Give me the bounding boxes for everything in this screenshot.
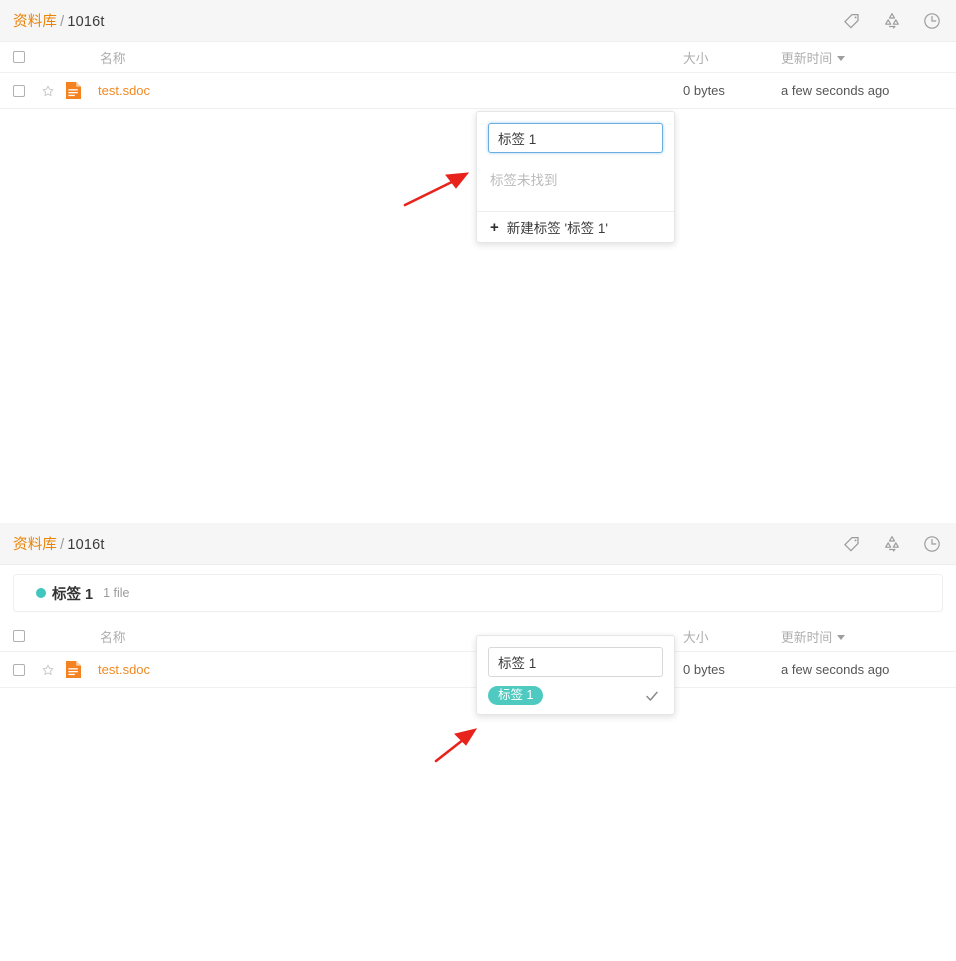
create-tag-label: 新建标签 '标签 1' xyxy=(506,221,608,236)
column-header-time-label: 更新时间 xyxy=(781,629,833,645)
app-screen: 资料库/1016t 名称 大小 更新时间 test.sdoc 0 bytes a… xyxy=(0,0,956,961)
column-header-size[interactable]: 大小 xyxy=(683,627,781,646)
column-header-time[interactable]: 更新时间 xyxy=(781,627,956,646)
select-all-cell-2 xyxy=(13,630,41,642)
row-select-cell xyxy=(13,84,41,97)
breadcrumb-separator: / xyxy=(60,14,65,30)
row-file-icon-cell-2 xyxy=(65,660,98,679)
row-file-icon-cell xyxy=(65,81,98,100)
table-header-row: 名称 大小 更新时间 xyxy=(0,42,956,73)
sdoc-document-icon xyxy=(65,661,81,678)
tag-icon[interactable] xyxy=(842,11,862,31)
tag-color-dot-icon xyxy=(36,588,46,598)
tag-dropdown-popup-2: 标签 1 xyxy=(476,635,675,715)
star-icon[interactable] xyxy=(41,663,55,677)
tag-search-input[interactable] xyxy=(488,123,663,153)
row-size-cell-2: 0 bytes xyxy=(683,662,725,677)
active-tag-file-count: 1 file xyxy=(103,586,130,600)
annotation-arrow-2 xyxy=(434,728,478,763)
breadcrumb: 资料库/1016t xyxy=(13,10,105,31)
tag-option-row[interactable]: 标签 1 xyxy=(477,677,674,714)
file-table-top: 名称 大小 更新时间 test.sdoc 0 bytes a few secon… xyxy=(0,42,956,109)
table-row[interactable]: test.sdoc 0 bytes a few seconds ago xyxy=(0,73,956,109)
check-icon xyxy=(646,691,658,701)
tag-search-field-wrap-2 xyxy=(477,636,674,677)
row-star-cell-2 xyxy=(41,663,65,677)
breadcrumb-separator-2: / xyxy=(60,537,65,553)
recycle-bin-icon[interactable] xyxy=(882,534,902,554)
toolbar-icons-2 xyxy=(842,523,942,565)
select-all-checkbox[interactable] xyxy=(13,51,25,63)
recycle-bin-icon[interactable] xyxy=(882,11,902,31)
row-name-cell: test.sdoc xyxy=(98,83,683,98)
toolbar-top: 资料库/1016t xyxy=(0,0,956,42)
breadcrumb-root-link[interactable]: 资料库 xyxy=(13,14,57,30)
toolbar-bottom: 资料库/1016t xyxy=(0,523,956,565)
breadcrumb-current-2: 1016t xyxy=(67,537,105,553)
create-tag-option[interactable]: + 新建标签 '标签 1' xyxy=(477,211,674,242)
sort-descending-caret-icon xyxy=(837,634,846,640)
row-select-cell-2 xyxy=(13,663,41,676)
tag-no-results-text: 标签未找到 xyxy=(490,173,558,188)
star-icon[interactable] xyxy=(41,84,55,98)
toolbar-icons xyxy=(842,0,942,42)
row-time-cell-2: a few seconds ago xyxy=(781,662,890,677)
row-checkbox[interactable] xyxy=(13,84,25,97)
column-header-time[interactable]: 更新时间 xyxy=(781,48,956,67)
column-header-time-label: 更新时间 xyxy=(781,50,833,66)
history-clock-icon[interactable] xyxy=(922,534,942,554)
history-clock-icon[interactable] xyxy=(922,11,942,31)
select-all-cell xyxy=(13,51,41,63)
tag-icon[interactable] xyxy=(842,534,862,554)
breadcrumb-root-link-2[interactable]: 资料库 xyxy=(13,537,57,553)
select-all-checkbox[interactable] xyxy=(13,630,25,642)
row-size-cell: 0 bytes xyxy=(683,83,725,98)
active-tag-banner: 标签 1 1 file xyxy=(13,574,943,612)
breadcrumb-current: 1016t xyxy=(67,14,105,30)
column-header-size[interactable]: 大小 xyxy=(683,48,781,67)
sort-descending-caret-icon xyxy=(837,55,846,61)
breadcrumb-2: 资料库/1016t xyxy=(13,533,105,554)
sdoc-document-icon xyxy=(65,82,81,99)
file-name-link[interactable]: test.sdoc xyxy=(98,662,150,677)
tag-search-field-wrap xyxy=(477,112,674,153)
active-tag-name: 标签 1 xyxy=(52,586,94,603)
tag-dropdown-popup: 标签未找到 + 新建标签 '标签 1' xyxy=(476,111,675,243)
tag-search-input[interactable] xyxy=(488,647,663,677)
column-header-name[interactable]: 名称 xyxy=(98,48,683,67)
row-checkbox[interactable] xyxy=(13,663,25,676)
panel-top: 资料库/1016t 名称 大小 更新时间 test.sdoc 0 bytes a… xyxy=(0,0,956,243)
row-star-cell xyxy=(41,84,65,98)
panel-bottom: 资料库/1016t 标签 1 1 file 名称 大小 更新时间 test.sd… xyxy=(0,523,956,763)
plus-icon: + xyxy=(490,218,499,236)
file-name-link[interactable]: test.sdoc xyxy=(98,83,150,98)
row-time-cell: a few seconds ago xyxy=(781,83,890,98)
tag-pill: 标签 1 xyxy=(488,685,544,706)
